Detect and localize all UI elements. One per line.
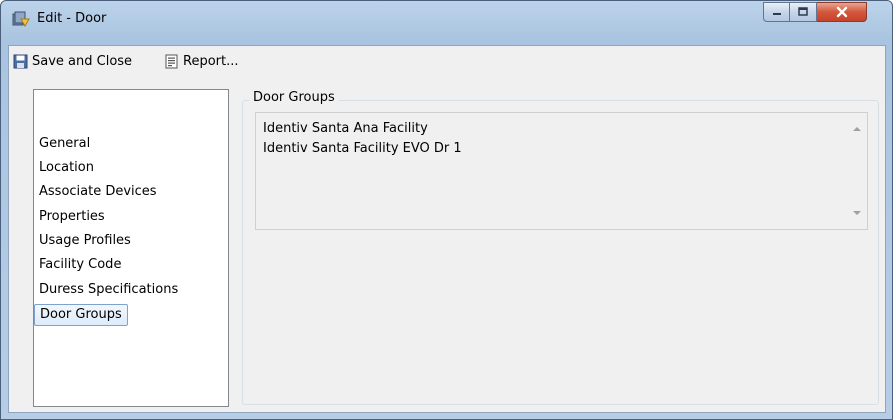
- edit-door-window: Edit - Door Save and Close Report... Gen…: [0, 0, 893, 420]
- close-icon: [836, 6, 847, 18]
- nav-item-general[interactable]: General: [34, 133, 95, 155]
- minimize-icon: [772, 13, 781, 15]
- nav-item-location[interactable]: Location: [34, 157, 99, 179]
- list-item[interactable]: Identiv Santa Facility EVO Dr 1: [263, 141, 462, 156]
- window-client-area: Save and Close Report... General Locatio…: [8, 45, 886, 413]
- nav-item-facility-code[interactable]: Facility Code: [34, 254, 126, 276]
- nav-item-duress-specifications[interactable]: Duress Specifications: [34, 279, 183, 301]
- section-nav-list: General Location Associate Devices Prope…: [33, 89, 229, 407]
- title-bar[interactable]: Edit - Door: [1, 1, 892, 37]
- minimize-button[interactable]: [763, 2, 790, 22]
- scroll-down-arrow-icon[interactable]: [853, 211, 861, 215]
- scroll-up-arrow-icon[interactable]: [853, 127, 861, 131]
- list-item[interactable]: Identiv Santa Ana Facility: [263, 121, 428, 136]
- maximize-icon: [798, 7, 808, 16]
- save-and-close-button[interactable]: Save and Close: [13, 51, 132, 71]
- door-groups-heading: Door Groups: [249, 90, 339, 106]
- nav-item-associate-devices[interactable]: Associate Devices: [34, 181, 162, 203]
- maximize-button[interactable]: [790, 2, 817, 22]
- window-title: Edit - Door: [37, 11, 107, 26]
- nav-item-usage-profiles[interactable]: Usage Profiles: [34, 230, 136, 252]
- toolbar: Save and Close Report...: [9, 46, 885, 76]
- report-icon: [165, 54, 178, 68]
- floppy-disk-icon: [13, 54, 28, 68]
- report-label: Report...: [183, 53, 239, 69]
- close-button[interactable]: [817, 2, 867, 22]
- nav-item-properties[interactable]: Properties: [34, 206, 110, 228]
- save-and-close-label: Save and Close: [32, 53, 133, 69]
- door-app-icon: [12, 11, 30, 28]
- report-button[interactable]: Report...: [164, 51, 239, 71]
- door-groups-list[interactable]: Identiv Santa Ana Facility Identiv Santa…: [255, 112, 868, 230]
- nav-item-door-groups[interactable]: Door Groups: [34, 304, 128, 326]
